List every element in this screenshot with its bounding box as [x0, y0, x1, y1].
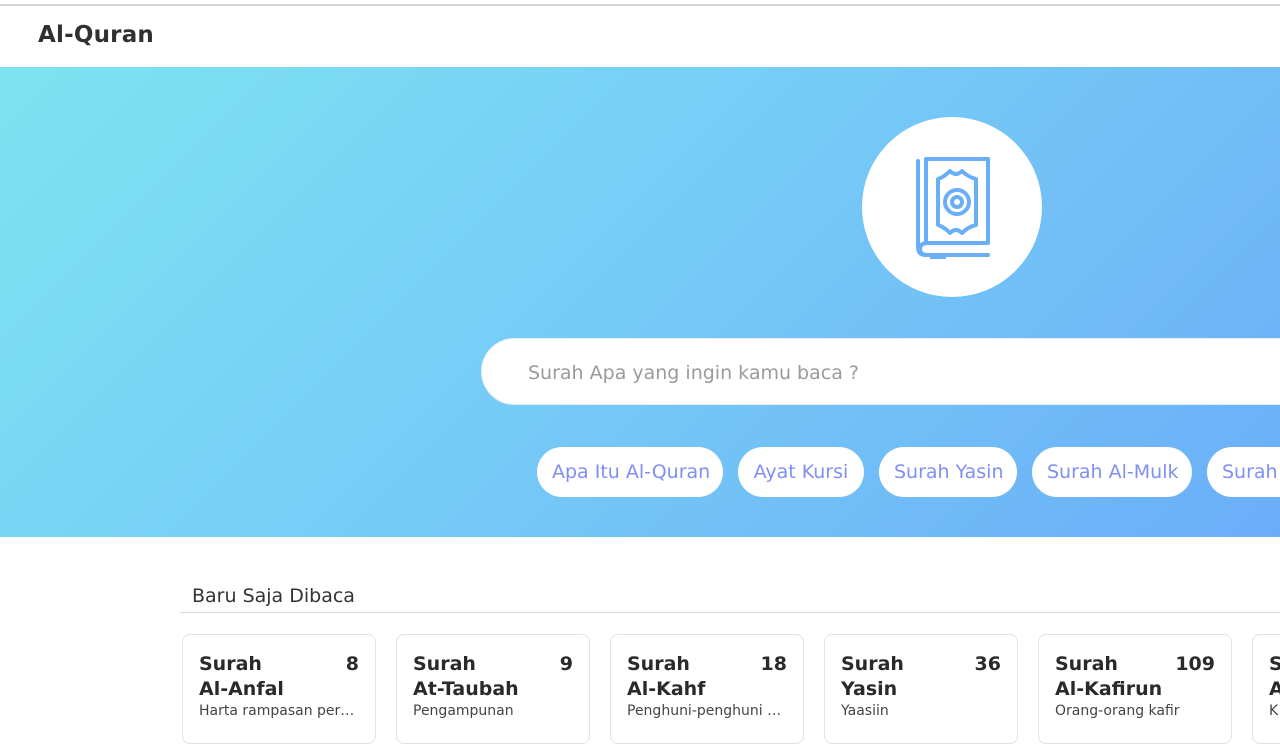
section-title-recent: Baru Saja Dibaca	[192, 585, 355, 607]
surah-prefix: Surah	[627, 653, 690, 675]
surah-meaning: Yaasiin	[841, 703, 889, 719]
surah-prefix: S	[1269, 653, 1280, 675]
surah-name: Al-Kafirun	[1055, 678, 1163, 700]
surah-prefix: Surah	[199, 653, 262, 675]
surah-meaning: Pengampunan	[413, 703, 514, 719]
surah-name: Al-Kahf	[627, 678, 706, 700]
surah-meaning: Penghuni-penghuni gua	[627, 703, 787, 719]
surah-card[interactable]: Surah 18 Al-Kahf Penghuni-penghuni gua	[610, 634, 804, 744]
section-divider	[180, 612, 1280, 613]
quran-logo	[862, 117, 1042, 297]
surah-meaning: K	[1269, 703, 1279, 719]
chip-ayat-kursi[interactable]: Ayat Kursi	[738, 447, 864, 497]
chip-apa-itu-al-quran[interactable]: Apa Itu Al-Quran	[537, 447, 723, 497]
search-box[interactable]	[481, 338, 1280, 406]
surah-card[interactable]: Surah 8 Al-Anfal Harta rampasan perang	[182, 634, 376, 744]
hero-banner: Apa Itu Al-Quran Ayat Kursi Surah Yasin …	[0, 67, 1280, 537]
surah-prefix: Surah	[841, 653, 904, 675]
surah-number: 109	[1175, 653, 1215, 675]
surah-meaning: Harta rampasan perang	[199, 703, 359, 719]
top-border	[0, 0, 1280, 6]
surah-number: 18	[760, 653, 787, 675]
surah-name: At-Taubah	[413, 678, 519, 700]
surah-name: Yasin	[841, 678, 898, 700]
navbar: Al-Quran	[0, 8, 1280, 67]
surah-number: 8	[345, 653, 359, 675]
chip-surah-more[interactable]: Surah	[1207, 447, 1280, 497]
chip-surah-yasin[interactable]: Surah Yasin	[879, 447, 1017, 497]
brand-title[interactable]: Al-Quran	[38, 22, 154, 48]
surah-number: 36	[974, 653, 1001, 675]
surah-card[interactable]: S A K	[1252, 634, 1280, 744]
surah-card[interactable]: Surah 9 At-Taubah Pengampunan	[396, 634, 590, 744]
surah-meaning: Orang-orang kafir	[1055, 703, 1180, 719]
surah-name: A	[1269, 678, 1280, 700]
surah-prefix: Surah	[413, 653, 476, 675]
quran-book-icon	[916, 157, 990, 259]
surah-card[interactable]: Surah 36 Yasin Yaasiin	[824, 634, 1018, 744]
surah-card[interactable]: Surah 109 Al-Kafirun Orang-orang kafir	[1038, 634, 1232, 744]
surah-number: 9	[559, 653, 573, 675]
surah-prefix: Surah	[1055, 653, 1118, 675]
surah-name: Al-Anfal	[199, 678, 284, 700]
search-input[interactable]	[526, 339, 1230, 406]
chip-surah-al-mulk[interactable]: Surah Al-Mulk	[1032, 447, 1192, 497]
